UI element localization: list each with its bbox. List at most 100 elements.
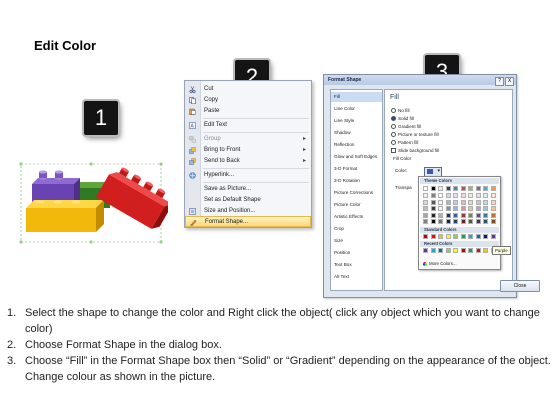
theme-color-swatch[interactable]	[460, 206, 466, 211]
theme-color-swatch[interactable]	[438, 212, 443, 218]
theme-color-swatch[interactable]	[445, 206, 451, 211]
theme-color-swatch[interactable]	[490, 206, 496, 211]
theme-color-swatch[interactable]	[453, 219, 458, 224]
theme-color-swatch[interactable]	[445, 193, 451, 198]
theme-color-swatch[interactable]	[438, 206, 443, 211]
theme-color-swatch[interactable]	[423, 199, 428, 205]
theme-color-swatch[interactable]	[483, 199, 488, 205]
theme-color-swatch[interactable]	[468, 193, 473, 198]
solid-fill-radio[interactable]: Solid fill	[391, 115, 414, 122]
menu-item-hyperlink[interactable]: Hyperlink...	[185, 170, 311, 181]
nav-item-line-color[interactable]: Line Color	[331, 104, 382, 114]
theme-color-swatch[interactable]	[430, 186, 436, 191]
menu-item-paste[interactable]: Paste	[185, 106, 311, 117]
theme-color-swatch[interactable]	[430, 219, 436, 224]
selection-handle[interactable]	[19, 240, 23, 244]
selection-handle[interactable]	[89, 240, 93, 244]
theme-color-swatch[interactable]	[483, 219, 488, 224]
nav-item-crop[interactable]: Crop	[331, 224, 382, 234]
theme-color-swatch[interactable]	[430, 199, 436, 205]
nav-item-3d-format[interactable]: 3-D Format	[331, 164, 382, 174]
theme-color-swatch[interactable]	[430, 193, 436, 198]
standard-color-swatch[interactable]	[438, 234, 443, 239]
theme-color-swatch[interactable]	[438, 186, 443, 191]
theme-color-swatch[interactable]	[438, 199, 443, 205]
no-fill-radio[interactable]: No fill	[391, 107, 410, 114]
theme-color-swatch[interactable]	[460, 199, 466, 205]
selection-handle[interactable]	[89, 162, 93, 166]
nav-item-line-style[interactable]: Line Style	[331, 116, 382, 126]
picture-texture-fill-radio[interactable]: Picture or texture fill	[391, 131, 439, 138]
menu-item-send-to-back[interactable]: Send to Back ▸	[185, 156, 311, 167]
menu-item-cut[interactable]: Cut	[185, 84, 311, 95]
recent-color-swatch[interactable]	[438, 248, 443, 253]
theme-color-swatch[interactable]	[460, 212, 466, 218]
menu-item-set-as-default-shape[interactable]: Set as Default Shape	[185, 195, 311, 206]
selection-handle[interactable]	[19, 162, 23, 166]
theme-color-swatch[interactable]	[468, 206, 473, 211]
theme-color-swatch[interactable]	[475, 212, 481, 218]
nav-item-fill[interactable]: Fill	[331, 92, 382, 102]
theme-color-swatch[interactable]	[490, 193, 496, 198]
theme-color-swatch[interactable]	[490, 212, 496, 218]
theme-color-swatch[interactable]	[423, 219, 428, 224]
selection-handle[interactable]	[159, 240, 163, 244]
close-x-button[interactable]: X	[505, 77, 514, 86]
theme-color-swatch[interactable]	[445, 186, 451, 191]
theme-color-swatch[interactable]	[430, 212, 436, 218]
standard-color-swatch[interactable]	[483, 234, 488, 239]
standard-color-swatch[interactable]	[490, 234, 496, 239]
theme-color-swatch[interactable]	[490, 219, 496, 224]
theme-color-swatch[interactable]	[468, 186, 473, 191]
theme-color-swatch[interactable]	[438, 193, 443, 198]
nav-item-shadow[interactable]: Shadow	[331, 128, 382, 138]
slide-background-fill-checkbox[interactable]: Slide background fill	[391, 147, 439, 154]
menu-item-format-shape[interactable]: Format Shape...	[185, 216, 311, 227]
theme-color-swatch[interactable]	[483, 193, 488, 198]
theme-color-swatch[interactable]	[423, 206, 428, 211]
theme-color-swatch[interactable]	[483, 206, 488, 211]
menu-item-save-as-picture[interactable]: Save as Picture...	[185, 184, 311, 195]
theme-color-swatch[interactable]	[430, 206, 436, 211]
selection-handle[interactable]	[159, 162, 163, 166]
nav-item-artistic-effects[interactable]: Artistic Effects	[331, 212, 382, 222]
theme-color-swatch[interactable]	[445, 219, 451, 224]
lego-bricks-image[interactable]	[18, 158, 168, 250]
theme-color-swatch[interactable]	[475, 193, 481, 198]
standard-color-swatch[interactable]	[430, 234, 436, 239]
dialog-title-bar[interactable]: Format Shape ? X	[324, 75, 516, 86]
theme-color-swatch[interactable]	[468, 219, 473, 224]
theme-color-swatch[interactable]	[475, 206, 481, 211]
nav-item-3d-rotation[interactable]: 3-D Rotation	[331, 176, 382, 186]
standard-color-swatch[interactable]	[423, 234, 428, 239]
gradient-fill-radio[interactable]: Gradient fill	[391, 123, 421, 130]
theme-color-swatch[interactable]	[460, 219, 466, 224]
theme-color-swatch[interactable]	[483, 186, 488, 191]
close-button[interactable]: Close	[500, 280, 540, 292]
theme-color-swatch[interactable]	[453, 199, 458, 205]
nav-item-glow-soft-edges[interactable]: Glow and Soft Edges	[331, 152, 382, 162]
theme-color-swatch[interactable]	[490, 199, 496, 205]
theme-color-swatch[interactable]	[445, 199, 451, 205]
theme-color-swatch[interactable]	[468, 199, 473, 205]
standard-color-swatch[interactable]	[468, 234, 473, 239]
recent-color-swatch[interactable]	[460, 248, 466, 253]
standard-color-swatch[interactable]	[460, 234, 466, 239]
pattern-fill-radio[interactable]: Pattern fill	[391, 139, 418, 146]
menu-item-copy[interactable]: Copy	[185, 95, 311, 106]
nav-item-text-box[interactable]: Text Box	[331, 260, 382, 270]
menu-item-bring-to-front[interactable]: Bring to Front ▸	[185, 145, 311, 156]
theme-color-swatch[interactable]	[453, 186, 458, 191]
more-colors-link[interactable]: More Colors...	[423, 261, 457, 266]
recent-color-swatch[interactable]	[423, 248, 428, 253]
theme-color-swatch[interactable]	[468, 212, 473, 218]
theme-color-swatch[interactable]	[460, 193, 466, 198]
theme-color-swatch[interactable]	[483, 212, 488, 218]
standard-color-swatch[interactable]	[453, 234, 458, 239]
theme-color-swatch[interactable]	[423, 186, 428, 191]
standard-color-swatch[interactable]	[445, 234, 451, 239]
recent-color-swatch[interactable]	[453, 248, 458, 253]
theme-color-swatch[interactable]	[460, 186, 466, 191]
theme-color-swatch[interactable]	[490, 186, 496, 191]
help-button[interactable]: ?	[495, 77, 504, 86]
